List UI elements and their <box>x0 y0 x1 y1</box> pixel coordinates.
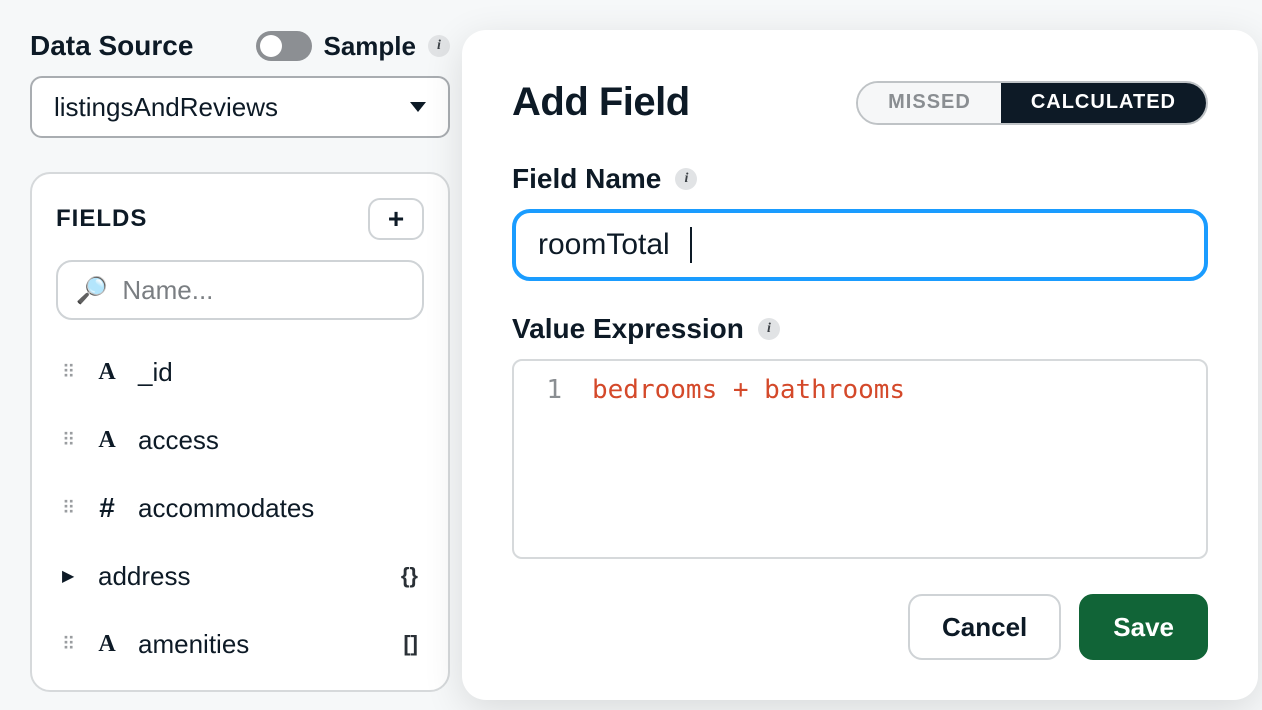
search-icon: 🔍 <box>76 275 108 306</box>
tab-missed[interactable]: MISSED <box>858 83 1001 123</box>
drag-handle-icon[interactable]: ⠿ <box>62 436 76 444</box>
field-name-label: address <box>98 561 370 592</box>
code-content[interactable]: bedrooms + bathrooms <box>574 361 1206 557</box>
info-icon[interactable]: i <box>428 35 450 57</box>
value-expression-label-row: Value Expression i <box>512 313 1208 345</box>
field-row-accommodates[interactable]: ⠿ # accommodates <box>56 474 424 542</box>
fields-header: FIELDS + <box>56 198 424 240</box>
field-row-access[interactable]: ⠿ A access <box>56 406 424 474</box>
cancel-button[interactable]: Cancel <box>908 594 1061 660</box>
toggle-knob <box>260 35 282 57</box>
data-source-header: Data Source Sample i <box>30 30 450 62</box>
fields-title: FIELDS <box>56 205 147 233</box>
code-gutter: 1 <box>514 361 574 557</box>
object-type-icon: {} <box>388 563 418 589</box>
line-number: 1 <box>526 375 562 405</box>
type-number-icon: # <box>94 492 120 524</box>
field-name-input-wrap <box>512 209 1208 281</box>
add-field-modal: Add Field MISSED CALCULATED Field Name i… <box>462 30 1258 700</box>
data-source-selected-value: listingsAndReviews <box>54 92 278 123</box>
fields-search[interactable]: 🔍 <box>56 260 424 320</box>
data-source-label: Data Source <box>30 30 193 62</box>
drag-handle-icon[interactable]: ⠿ <box>62 368 76 376</box>
text-caret <box>690 227 692 263</box>
expand-caret-icon[interactable]: ▶ <box>62 566 76 586</box>
add-field-button[interactable]: + <box>368 198 424 240</box>
sample-toggle[interactable] <box>256 31 312 61</box>
modal-footer: Cancel Save <box>512 564 1208 660</box>
type-string-icon: A <box>94 359 120 386</box>
info-icon[interactable]: i <box>758 318 780 340</box>
fields-card: FIELDS + 🔍 ⠿ A _id ⠿ A access ⠿ # accomm… <box>30 172 450 692</box>
field-type-segmented: MISSED CALCULATED <box>856 81 1208 125</box>
info-icon[interactable]: i <box>675 168 697 190</box>
tab-calculated[interactable]: CALCULATED <box>1001 83 1206 123</box>
data-source-select[interactable]: listingsAndReviews <box>30 76 450 138</box>
field-name-label: amenities <box>138 629 370 660</box>
data-source-toggle-group: Sample i <box>256 31 451 62</box>
field-name-label: accommodates <box>138 493 418 524</box>
modal-header: Add Field MISSED CALCULATED <box>512 80 1208 125</box>
value-expression-editor[interactable]: 1 bedrooms + bathrooms <box>512 359 1208 559</box>
type-string-icon: A <box>94 631 120 658</box>
plus-icon: + <box>388 203 404 235</box>
field-name-label: _id <box>138 357 418 388</box>
fields-search-input[interactable] <box>122 275 457 306</box>
field-name-label: access <box>138 425 418 456</box>
field-row-amenities[interactable]: ⠿ A amenities [] <box>56 610 424 678</box>
drag-handle-icon[interactable]: ⠿ <box>62 640 76 648</box>
field-row-id[interactable]: ⠿ A _id <box>56 338 424 406</box>
chevron-down-icon <box>410 102 426 112</box>
field-row-address[interactable]: ▶ address {} <box>56 542 424 610</box>
value-expression-label: Value Expression <box>512 313 744 345</box>
type-string-icon: A <box>94 427 120 454</box>
drag-handle-icon[interactable]: ⠿ <box>62 504 76 512</box>
array-type-icon: [] <box>388 631 418 657</box>
save-button[interactable]: Save <box>1079 594 1208 660</box>
field-name-label: Field Name <box>512 163 661 195</box>
modal-title: Add Field <box>512 80 690 125</box>
field-name-input[interactable] <box>512 209 1208 281</box>
sample-toggle-label: Sample <box>324 31 417 62</box>
field-name-label-row: Field Name i <box>512 163 1208 195</box>
left-panel: Data Source Sample i listingsAndReviews … <box>30 30 450 692</box>
